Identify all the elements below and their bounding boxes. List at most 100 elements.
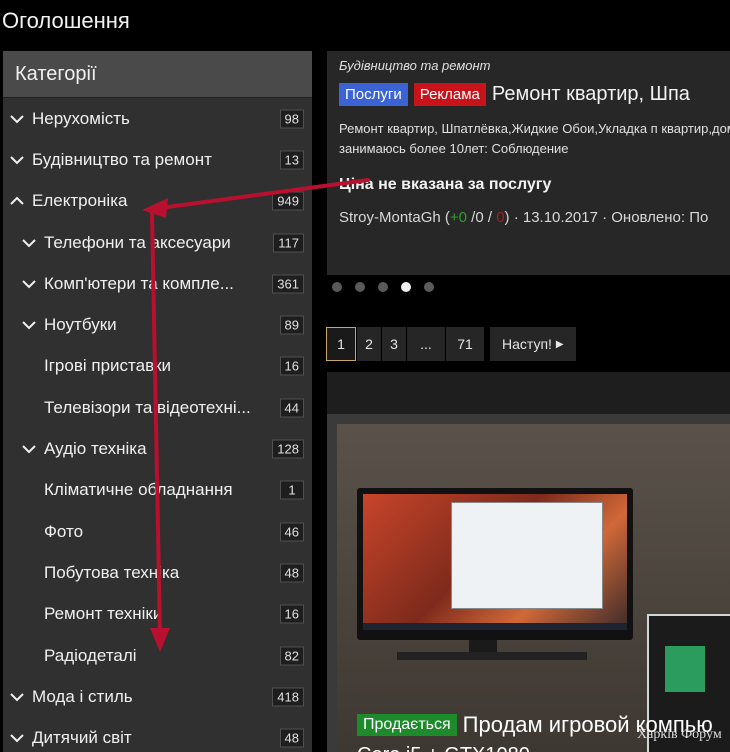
chevron-down-icon[interactable] (21, 441, 37, 457)
category-count: 16 (279, 356, 304, 376)
category-item[interactable]: Ремонт техніки 16 (3, 594, 312, 635)
page-button[interactable]: 3 (382, 327, 406, 361)
category-item[interactable]: Будівництво та ремонт 13 (3, 139, 312, 180)
page-button[interactable]: 2 (357, 327, 381, 361)
page-title: Оголошення (2, 8, 130, 33)
category-count: 82 (279, 646, 304, 665)
monitor-base (397, 652, 587, 660)
categories-sidebar: Категорії Нерухомість 98 Будівництво та ре… (3, 51, 312, 752)
category-count: 361 (272, 274, 304, 294)
forum-watermark: Харків Форум (637, 727, 722, 742)
category-count: 98 (279, 109, 304, 129)
category-item[interactable]: Аудіо техніка 128 (3, 428, 312, 469)
category-count: 418 (272, 687, 304, 707)
category-item[interactable]: Мода і стиль 418 (3, 676, 312, 717)
listing-photo[interactable] (337, 424, 730, 752)
category-item[interactable]: Ноутбуки 89 (3, 304, 312, 345)
featured-title[interactable]: Ремонт квартир, Шпа (492, 83, 690, 106)
category-count: 16 (279, 604, 304, 624)
category-item[interactable]: Кліматичне обладнання 1 (3, 470, 312, 511)
category-label[interactable]: Нерухомість (32, 109, 130, 129)
featured-updated: Оновлено: По (611, 209, 709, 226)
featured-author[interactable]: Stroy-MontaGh (339, 209, 441, 226)
carousel-dot[interactable] (355, 282, 365, 292)
category-count: 128 (272, 439, 304, 459)
category-list: Нерухомість 98 Будівництво та ремонт 13 Елек… (3, 98, 312, 752)
featured-ad-slide[interactable]: Будівництво та ремонт Послуги Реклама Ре… (327, 51, 730, 275)
category-label[interactable]: Ремонт техніки (44, 604, 162, 624)
category-count: 949 (272, 191, 304, 211)
category-label[interactable]: Мода і стиль (32, 687, 133, 707)
taskbar (363, 623, 627, 630)
featured-meta: Stroy-MontaGh (+0 /0 / 0) · 13.10.2017 ·… (339, 209, 709, 226)
featured-title-row: Послуги Реклама Ремонт квартир, Шпа (339, 83, 690, 106)
category-item[interactable]: Телевізори та відеотехні... 44 (3, 387, 312, 428)
category-count: 48 (279, 563, 304, 583)
chevron-down-icon[interactable] (9, 152, 25, 168)
category-count: 48 (279, 728, 304, 748)
page-button[interactable]: 71 (446, 327, 484, 361)
category-item[interactable]: Фото 46 (3, 511, 312, 552)
carousel-dot[interactable] (332, 282, 342, 292)
page-button[interactable]: 1 (326, 327, 356, 361)
listing-subtitle[interactable]: Core i5 + GTX1080 (357, 744, 530, 752)
category-item[interactable]: Дитячий світ 48 (3, 717, 312, 752)
rating-negative: 0 (496, 209, 505, 226)
category-label[interactable]: Дитячий світ (32, 728, 132, 748)
monitor-image (357, 488, 633, 640)
for-sale-badge: Продається (357, 714, 457, 736)
category-count: 117 (273, 233, 304, 253)
category-count: 89 (279, 315, 304, 335)
category-item[interactable]: Радіодеталі 82 (3, 635, 312, 676)
featured-price: Ціна не вказана за послугу (339, 176, 552, 193)
chevron-down-icon[interactable] (9, 111, 25, 127)
chevron-down-icon[interactable] (9, 689, 25, 705)
category-label[interactable]: Телевізори та відеотехні... (44, 398, 251, 418)
featured-date: · 13.10.2017 · (509, 209, 612, 226)
category-item[interactable]: Електроніка 949 (3, 181, 312, 222)
category-label[interactable]: Радіодеталі (44, 646, 137, 666)
rating-positive: +0 (449, 209, 467, 226)
listing-card[interactable]: Продається Продам игровой компью Core i5… (327, 414, 730, 752)
next-label: Наступ! (502, 336, 552, 352)
pagination: 1 2 3... 71 Наступ! ▶ (326, 327, 577, 361)
category-item[interactable]: Нерухомість 98 (3, 98, 312, 139)
page-button[interactable]: ... (407, 327, 445, 361)
category-label[interactable]: Ігрові приставки (44, 356, 171, 376)
pc-glow (665, 646, 705, 692)
featured-description: Ремонт квартир, Шпатлёвка,Жидкие Обои,Ук… (339, 121, 730, 156)
category-item[interactable]: Телефони та аксесуари 117 (3, 222, 312, 263)
listing-toolbar (327, 372, 730, 414)
carousel-dots (332, 282, 447, 292)
category-label[interactable]: Будівництво та ремонт (32, 150, 212, 170)
category-item[interactable]: Комп'ютери та компле... 361 (3, 263, 312, 304)
category-item[interactable]: Побутова техніка 48 (3, 552, 312, 593)
featured-category[interactable]: Будівництво та ремонт (339, 58, 491, 73)
category-count: 13 (279, 150, 304, 170)
carousel-dot[interactable] (401, 282, 411, 292)
chevron-down-icon[interactable] (21, 235, 37, 251)
category-label[interactable]: Побутова техніка (44, 563, 179, 583)
category-label[interactable]: Кліматичне обладнання (44, 480, 233, 500)
next-page-button[interactable]: Наступ! ▶ (490, 327, 576, 361)
chevron-down-icon[interactable] (21, 317, 37, 333)
service-tag[interactable]: Послуги (339, 83, 408, 106)
rating-separator: /0 / (467, 209, 497, 226)
sidebar-header: Категорії (3, 51, 312, 98)
category-label[interactable]: Комп'ютери та компле... (44, 274, 234, 294)
ad-tag: Реклама (413, 83, 486, 106)
category-label[interactable]: Фото (44, 522, 83, 542)
category-item[interactable]: Ігрові приставки 16 (3, 346, 312, 387)
category-label[interactable]: Телефони та аксесуари (44, 233, 231, 253)
chevron-down-icon[interactable] (21, 276, 37, 292)
category-count: 1 (280, 480, 304, 500)
explorer-window (451, 502, 603, 609)
category-label[interactable]: Аудіо техніка (44, 439, 147, 459)
category-label[interactable]: Електроніка (32, 191, 127, 211)
carousel-dot[interactable] (378, 282, 388, 292)
category-label[interactable]: Ноутбуки (44, 315, 117, 335)
chevron-up-icon[interactable] (9, 193, 25, 209)
carousel-dot[interactable] (424, 282, 434, 292)
chevron-down-icon[interactable] (9, 730, 25, 746)
category-count: 46 (279, 522, 304, 542)
